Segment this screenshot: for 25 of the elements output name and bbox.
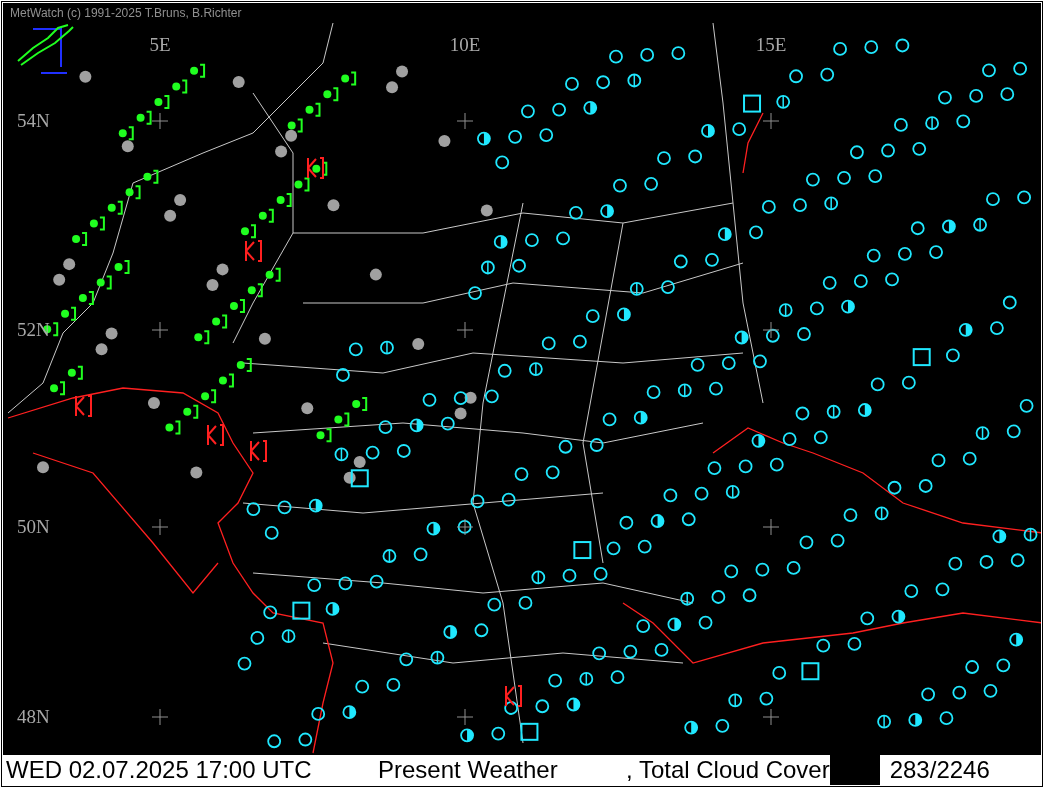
grid-cross-icon (762, 518, 780, 536)
grid-cross-icon (762, 321, 780, 339)
latitude-label: 52N (17, 319, 50, 340)
parameter-text: Present Weather (378, 756, 559, 784)
grid-cross-icon (456, 708, 474, 726)
copyright-text: MetWatch (c) 1991-2025 T.Bruns, B.Richter (10, 6, 242, 20)
latitude-label: 48N (17, 706, 50, 727)
grid-cross-icon (456, 518, 474, 536)
grid-cross-icon (151, 708, 169, 726)
latitude-label: 54N (17, 110, 50, 131)
grid-cross-icon (151, 112, 169, 130)
grid-cross-icon (151, 518, 169, 536)
longitude-label: 10E (449, 34, 481, 55)
parameter-text: , Total Cloud Cover (626, 756, 830, 784)
longitude-label: 15E (755, 34, 787, 55)
grid-cross-icon (762, 112, 780, 130)
longitude-label: 5E (149, 34, 171, 55)
station-count-text: 283/2246 (888, 756, 990, 784)
grid-cross-icon (151, 321, 169, 339)
logo-icon (17, 24, 74, 74)
grid-cross-icon (456, 321, 474, 339)
grid-cross-icon (456, 112, 474, 130)
latitude-label: 50N (17, 516, 50, 537)
date-time-text: WED 02.07.2025 17:00 UTC (5, 756, 313, 784)
grid-cross-icon (762, 708, 780, 726)
